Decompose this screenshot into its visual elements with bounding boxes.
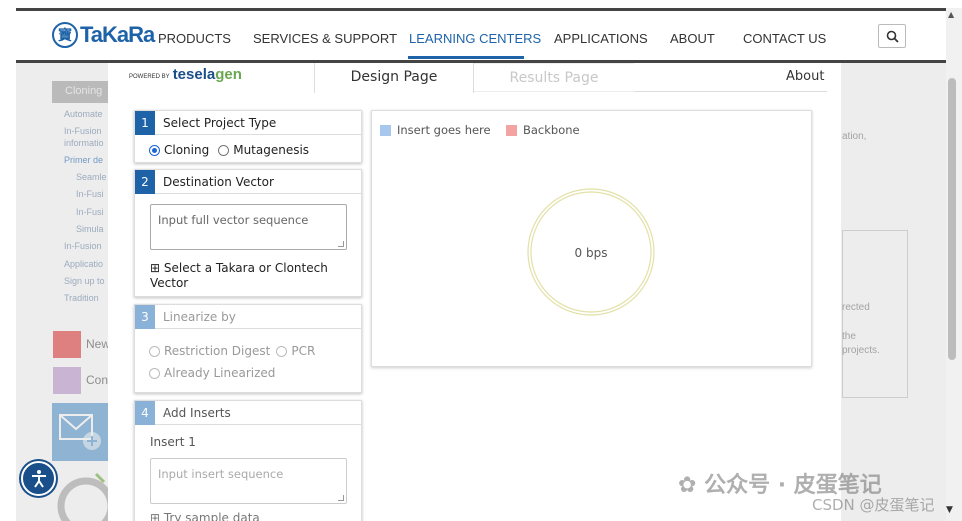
takara-logo-text: TaKaRa bbox=[80, 22, 155, 47]
wechat-icon: ✿ bbox=[678, 473, 697, 498]
tab-results-page[interactable]: Results Page bbox=[474, 63, 634, 92]
plasmid-map: 0 bps bbox=[526, 187, 656, 317]
nav-contact-us[interactable]: CONTACT US bbox=[743, 31, 826, 46]
step-number: 4 bbox=[135, 400, 155, 425]
accessibility-icon bbox=[31, 469, 46, 488]
linearize-options: Restriction Digest PCR bbox=[149, 344, 315, 358]
nav-applications[interactable]: APPLICATIONS bbox=[554, 31, 648, 46]
panel-title: Add Inserts bbox=[163, 405, 231, 420]
select-vector-link[interactable]: ⊞ Select a Takara or Clontech Vector bbox=[150, 261, 350, 291]
takara-logo[interactable]: 寶 TaKaRa bbox=[52, 22, 155, 48]
step-number: 3 bbox=[135, 304, 155, 329]
radio-restriction-digest[interactable] bbox=[149, 345, 160, 357]
site-header: 寶 TaKaRa PRODUCTS SERVICES & SUPPORT LEA… bbox=[16, 11, 946, 61]
option-cloning[interactable]: Cloning bbox=[149, 143, 209, 157]
option-label: Cloning bbox=[164, 143, 210, 157]
step-number: 2 bbox=[135, 169, 155, 194]
search-button[interactable] bbox=[878, 24, 906, 48]
resize-grip-icon[interactable] bbox=[338, 241, 344, 247]
option-label: Mutagenesis bbox=[233, 143, 310, 157]
takara-logo-icon: 寶 bbox=[52, 22, 78, 48]
teselagen-logo: POWERED BY teselagen bbox=[129, 66, 242, 83]
panel-header: 3 Linearize by bbox=[135, 304, 361, 329]
scroll-down-icon[interactable]: ▼ bbox=[946, 505, 953, 515]
radio-cloning[interactable] bbox=[149, 144, 160, 156]
project-type-options: Cloning Mutagenesis bbox=[149, 143, 309, 157]
panel-title: Linearize by bbox=[163, 309, 236, 324]
option-already-linearized[interactable]: Already Linearized bbox=[149, 366, 275, 380]
accessibility-button[interactable] bbox=[21, 461, 56, 496]
legend-label: Insert goes here bbox=[397, 123, 491, 137]
page: Cloning Automate In-Fusion informatio Pr… bbox=[0, 0, 962, 521]
powered-by-label: POWERED BY bbox=[129, 74, 170, 80]
panel-project-type: 1 Select Project Type Cloning Mutagenesi… bbox=[134, 110, 362, 163]
insert-sequence-placeholder: Input insert sequence bbox=[158, 467, 284, 481]
teselagen-modal: POWERED BY teselagen Design Page Results… bbox=[108, 63, 841, 521]
legend-swatch-backbone bbox=[506, 124, 517, 136]
vector-sequence-input[interactable]: Input full vector sequence bbox=[150, 204, 347, 250]
panel-title: Destination Vector bbox=[163, 174, 274, 189]
about-link[interactable]: About bbox=[786, 69, 824, 84]
nav-learning-centers[interactable]: LEARNING CENTERS bbox=[409, 31, 541, 46]
option-mutagenesis[interactable]: Mutagenesis bbox=[218, 143, 309, 157]
nav-services-support[interactable]: SERVICES & SUPPORT bbox=[253, 31, 397, 46]
panel-linearize: 3 Linearize by Restriction Digest PCR Al… bbox=[134, 304, 362, 393]
watermark-sub: CSDN @皮蛋笔记 bbox=[812, 496, 935, 514]
option-pcr[interactable]: PCR bbox=[276, 344, 315, 358]
vector-sequence-placeholder: Input full vector sequence bbox=[158, 213, 309, 227]
legend-swatch-insert bbox=[380, 124, 391, 136]
plasmid-visualization: Insert goes here Backbone 0 bps bbox=[371, 110, 812, 367]
option-label: PCR bbox=[291, 344, 316, 358]
brand-main: tesela bbox=[172, 66, 216, 83]
resize-grip-icon[interactable] bbox=[338, 495, 344, 501]
option-label: Restriction Digest bbox=[164, 344, 271, 358]
try-sample-data-link[interactable]: ⊞ Try sample data bbox=[150, 511, 260, 521]
panel-header: 2 Destination Vector bbox=[135, 169, 361, 194]
search-icon bbox=[886, 30, 899, 43]
tab-bar: Design Page Results Page bbox=[314, 63, 827, 93]
step-number: 1 bbox=[135, 110, 155, 135]
panel-destination-vector: 2 Destination Vector Input full vector s… bbox=[134, 169, 362, 297]
radio-mutagenesis[interactable] bbox=[218, 144, 230, 156]
panel-header: 4 Add Inserts bbox=[135, 400, 361, 425]
scrollbar-thumb[interactable] bbox=[948, 78, 956, 360]
radio-pcr[interactable] bbox=[276, 345, 288, 357]
tab-design-page[interactable]: Design Page bbox=[314, 63, 474, 93]
nav-about[interactable]: ABOUT bbox=[670, 31, 715, 46]
legend-backbone: Backbone bbox=[506, 123, 580, 137]
nav-products[interactable]: PRODUCTS bbox=[158, 31, 231, 46]
active-nav-indicator bbox=[408, 56, 524, 59]
teselagen-brand: teselagen bbox=[173, 66, 242, 83]
option-restriction-digest[interactable]: Restriction Digest bbox=[149, 344, 270, 358]
sequence-length: 0 bps bbox=[574, 246, 608, 260]
insert-sequence-input[interactable]: Input insert sequence bbox=[150, 458, 347, 504]
brand-accent: gen bbox=[215, 66, 242, 83]
legend-insert: Insert goes here bbox=[380, 123, 491, 137]
option-label: Already Linearized bbox=[164, 366, 276, 380]
panel-add-inserts: 4 Add Inserts Insert 1 Input insert sequ… bbox=[134, 400, 362, 521]
radio-already-linearized[interactable] bbox=[149, 367, 160, 379]
panel-title: Select Project Type bbox=[163, 115, 277, 130]
legend-label: Backbone bbox=[523, 123, 580, 137]
scroll-up-icon[interactable]: ▲ bbox=[948, 10, 954, 19]
panel-header: 1 Select Project Type bbox=[135, 110, 361, 135]
linearize-options-row2: Already Linearized bbox=[149, 366, 275, 380]
insert-label: Insert 1 bbox=[150, 435, 196, 449]
